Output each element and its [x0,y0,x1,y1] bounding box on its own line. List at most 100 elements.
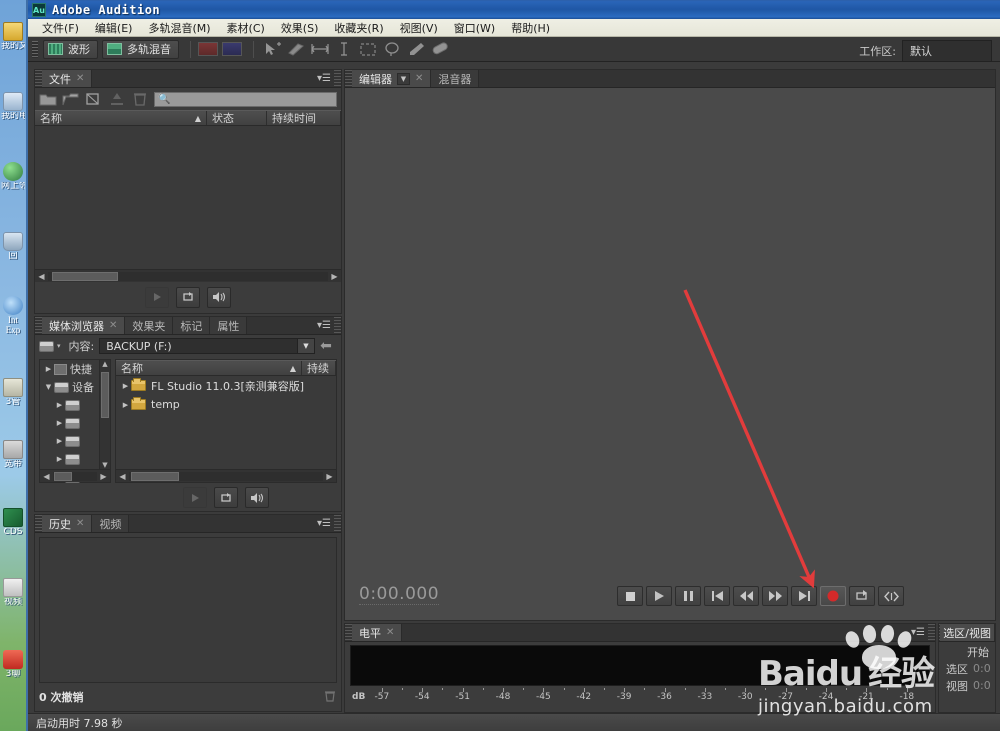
view-value[interactable]: 0:0 [973,679,991,692]
panel-drag-grip[interactable] [35,70,42,87]
search-input[interactable]: 🔍 [154,92,337,107]
workspace-value[interactable]: 默认 [902,40,992,62]
move-to-end-button[interactable] [791,586,817,606]
chevron-right-icon[interactable]: ▶ [54,455,65,463]
panel-resize-grip[interactable] [334,515,341,532]
close-icon[interactable]: ✕ [386,627,394,638]
tab-media-browser[interactable]: 媒体浏览器 ✕ [42,317,125,334]
timecode-display[interactable]: 0:00.000 [359,584,439,605]
delete-file-icon[interactable] [131,91,149,107]
chevron-down-icon[interactable]: ▾ [57,342,61,350]
files-list-hscrollbar[interactable]: ◀ ▶ [35,269,341,282]
skip-selection-button[interactable] [878,586,904,606]
menu-item-edit[interactable]: 编辑(E) [87,19,141,37]
time-selection-tool-icon[interactable] [309,40,331,58]
menu-item-file[interactable]: 文件(F) [34,19,87,37]
media-play-button[interactable] [183,487,207,508]
chevron-down-icon[interactable]: ▼ [43,383,54,391]
back-arrow-icon[interactable]: ⬅ [315,338,337,354]
lasso-selection-tool-icon[interactable] [381,40,403,58]
toolbar-grip[interactable] [32,41,38,58]
delete-history-icon[interactable] [323,689,337,706]
scroll-right-icon[interactable]: ▶ [97,472,110,481]
desktop-icon-8[interactable]: 视频 [1,578,25,607]
panel-menu-icon[interactable]: ▾☰ [314,515,334,532]
files-play-button[interactable] [145,287,169,308]
tab-editor[interactable]: 编辑器 ▼ ✕ [352,70,431,87]
scroll-up-icon[interactable]: ▲ [100,360,110,368]
marquee-selection-tool-icon[interactable] [357,40,379,58]
panel-drag-grip[interactable] [345,624,352,641]
files-volume-button[interactable] [207,287,231,308]
tab-levels[interactable]: 电平 ✕ [352,624,402,641]
chevron-right-icon[interactable]: ▶ [43,365,54,373]
scroll-left-icon[interactable]: ◀ [35,272,48,281]
panel-menu-icon[interactable]: ▾☰ [314,317,334,334]
menu-item-multitrack[interactable]: 多轨混音(M) [140,19,218,37]
desktop-icon-0[interactable]: 我的文 [1,22,25,51]
files-list[interactable] [35,126,341,269]
panel-resize-grip[interactable] [334,317,341,334]
close-icon[interactable]: ✕ [76,518,84,529]
tab-mixer[interactable]: 混音器 [431,70,479,87]
desktop-icon-4[interactable]: Int Exp [1,296,25,335]
chevron-right-icon[interactable]: ▶ [54,437,65,445]
scroll-thumb[interactable] [54,472,72,481]
chevron-right-icon[interactable]: ▶ [54,401,65,409]
desktop-icon-6[interactable]: 宽带 [1,440,25,469]
tree-hscrollbar[interactable]: ◀ ▶ [40,469,110,482]
media-loop-button[interactable] [214,487,238,508]
spectral-view-button[interactable] [222,42,242,56]
panel-menu-icon[interactable]: ▾☰ [908,624,928,641]
selection-value[interactable]: 0:0 [973,662,991,675]
tab-video[interactable]: 视频 [92,515,129,532]
rewind-button[interactable] [733,586,759,606]
menu-item-window[interactable]: 窗口(W) [446,19,503,37]
move-tool-icon[interactable] [261,40,283,58]
multitrack-mode-button[interactable]: 多轨混音 [102,40,179,59]
media-tree-pane[interactable]: ▶ 快捷 ▼ 设备 ▶ ▶ [39,359,111,483]
scroll-left-icon[interactable]: ◀ [40,472,53,481]
menu-item-help[interactable]: 帮助(H) [503,19,558,37]
menu-item-favorites[interactable]: 收藏夹(R) [326,19,391,37]
desktop-icon-9[interactable]: 3聊 [1,650,25,679]
menu-item-effects[interactable]: 效果(S) [273,19,327,37]
pause-button[interactable] [675,586,701,606]
scroll-left-icon[interactable]: ◀ [116,472,129,481]
fast-forward-button[interactable] [762,586,788,606]
scroll-down-icon[interactable]: ▼ [100,461,110,469]
menu-item-view[interactable]: 视图(V) [392,19,446,37]
panel-drag-grip[interactable] [35,317,42,334]
chevron-right-icon[interactable]: ▶ [54,419,65,427]
close-icon[interactable]: ✕ [76,73,84,84]
new-file-icon[interactable] [85,91,103,107]
column-header-duration[interactable]: 持续 [302,361,336,375]
media-file-list[interactable]: 名称 ▲ 持续 ▶ FL Studio 11.0.3[亲测兼容版] ▶ [115,359,337,483]
open-file-icon[interactable] [39,91,57,107]
slip-tool-icon[interactable] [285,40,307,58]
column-header-status[interactable]: 状态 [207,111,267,125]
panel-menu-icon[interactable]: ▾☰ [314,70,334,87]
list-item[interactable]: ▶ FL Studio 11.0.3[亲测兼容版] [116,376,336,395]
text-cursor-tool-icon[interactable] [333,40,355,58]
waveform-mode-button[interactable]: 波形 [43,40,98,59]
loop-button[interactable] [849,586,875,606]
scroll-track[interactable] [48,272,328,281]
column-header-name[interactable]: 名称 ▲ [116,361,302,375]
waveform-view-button[interactable] [198,42,218,56]
desktop-icon-2[interactable]: 网上邻 [1,162,25,191]
spot-healing-brush-tool-icon[interactable] [429,40,451,58]
panel-drag-grip[interactable] [345,70,352,87]
chevron-down-icon[interactable]: ▼ [397,73,410,85]
tab-history[interactable]: 历史 ✕ [42,515,92,532]
desktop-icon-1[interactable]: 我的电 [1,92,25,121]
play-button[interactable] [646,586,672,606]
editor-canvas[interactable]: 0:00.000 [345,88,995,620]
panel-drag-grip[interactable] [35,515,42,532]
menu-item-clip[interactable]: 素材(C) [219,19,273,37]
panel-resize-grip[interactable] [928,624,935,641]
list-item[interactable]: ▶ temp [116,395,336,414]
tab-files[interactable]: 文件 ✕ [42,70,92,87]
tree-vscrollbar[interactable]: ▲ ▼ [99,360,110,469]
tab-markers[interactable]: 标记 [173,317,210,334]
